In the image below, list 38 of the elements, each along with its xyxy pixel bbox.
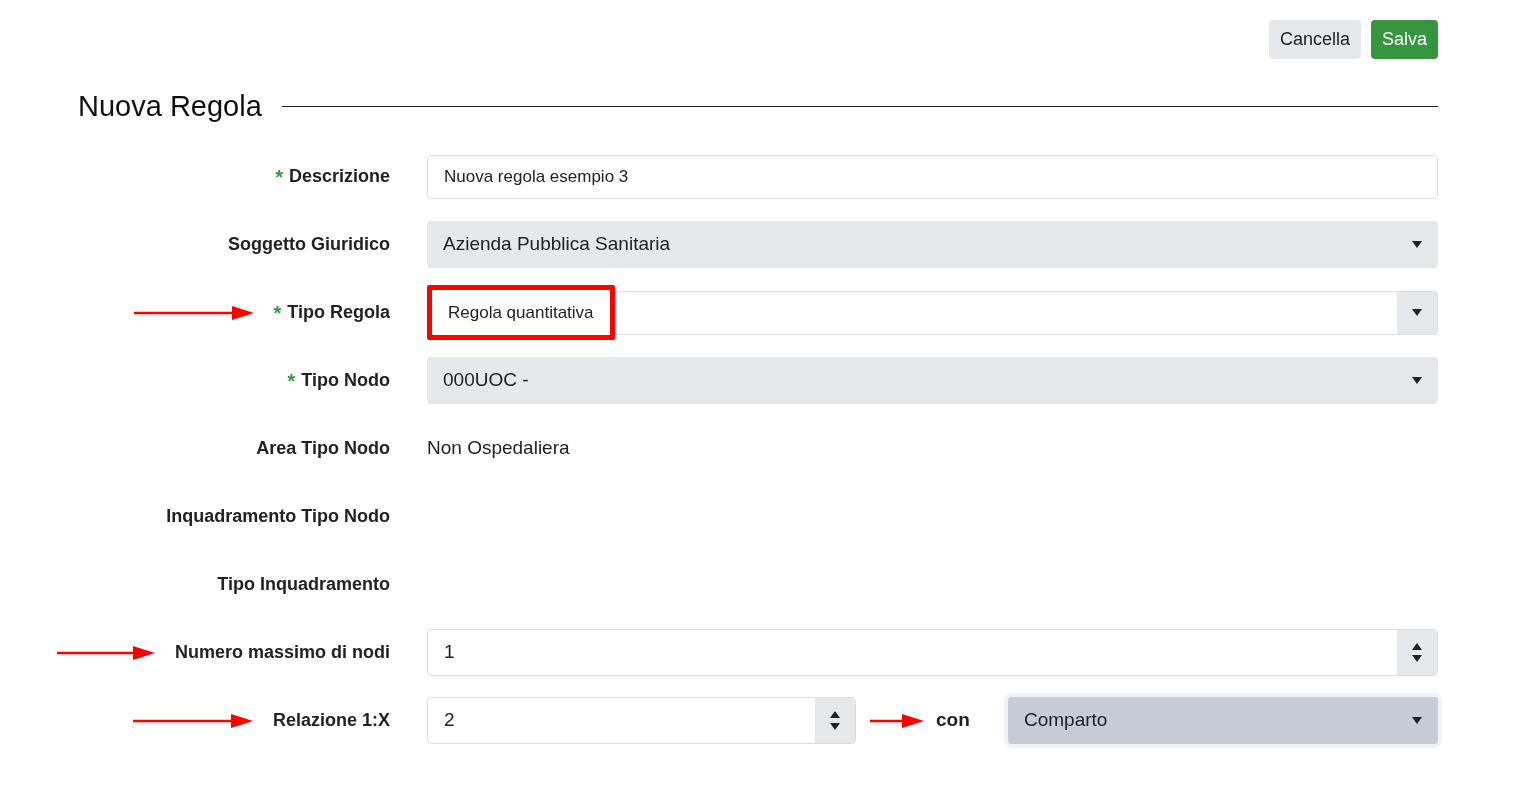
caret-icon xyxy=(1412,309,1422,316)
caret-icon xyxy=(1412,717,1422,724)
required-asterisk: * xyxy=(273,300,282,326)
save-button[interactable]: Salva xyxy=(1370,20,1438,59)
spinner-button[interactable] xyxy=(815,698,855,743)
field-label: Tipo Inquadramento xyxy=(217,573,390,596)
required-asterisk: * xyxy=(275,164,283,190)
caret-icon xyxy=(1412,377,1422,384)
text-field[interactable]: Nuova regola esempio 3 xyxy=(427,154,1438,199)
number-field[interactable]: 2 xyxy=(427,697,856,744)
down-arrow-icon xyxy=(1412,655,1422,662)
combo-value: Regola quantitativa xyxy=(427,285,615,340)
field-label: Tipo Nodo xyxy=(301,369,390,392)
field-label: Numero massimo di nodi xyxy=(174,641,390,664)
field-label: Relazione 1:X xyxy=(272,709,390,732)
spinner-button[interactable] xyxy=(1397,630,1437,675)
arrow-icon xyxy=(133,303,254,322)
field-value: Non Ospedaliera xyxy=(427,436,570,461)
up-arrow-icon xyxy=(1412,643,1422,650)
field-label: Tipo Regola xyxy=(287,301,390,324)
arrow-icon xyxy=(132,711,253,730)
cancel-button[interactable]: Cancella xyxy=(1268,20,1361,59)
connector-label: con xyxy=(936,708,970,733)
field-label: Area Tipo Nodo xyxy=(256,437,390,460)
up-arrow-icon xyxy=(830,711,840,718)
field-label: Soggetto Giuridico xyxy=(228,233,390,256)
caret-icon xyxy=(1412,241,1422,248)
arrow-icon xyxy=(870,711,924,730)
dropdown-select[interactable]: Azienda Pubblica Sanitaria xyxy=(427,221,1438,268)
dropdown-button[interactable] xyxy=(1397,291,1437,334)
down-arrow-icon xyxy=(830,723,840,730)
field-label: Descrizione xyxy=(288,165,390,188)
dropdown-select[interactable]: 000UOC - xyxy=(427,357,1438,404)
field-label: Inquadramento Tipo Nodo xyxy=(166,505,390,528)
number-field[interactable]: 1 xyxy=(427,629,1438,676)
required-asterisk: * xyxy=(287,368,296,394)
arrow-icon xyxy=(56,643,155,662)
section-title: Nuova Regola xyxy=(78,89,262,124)
